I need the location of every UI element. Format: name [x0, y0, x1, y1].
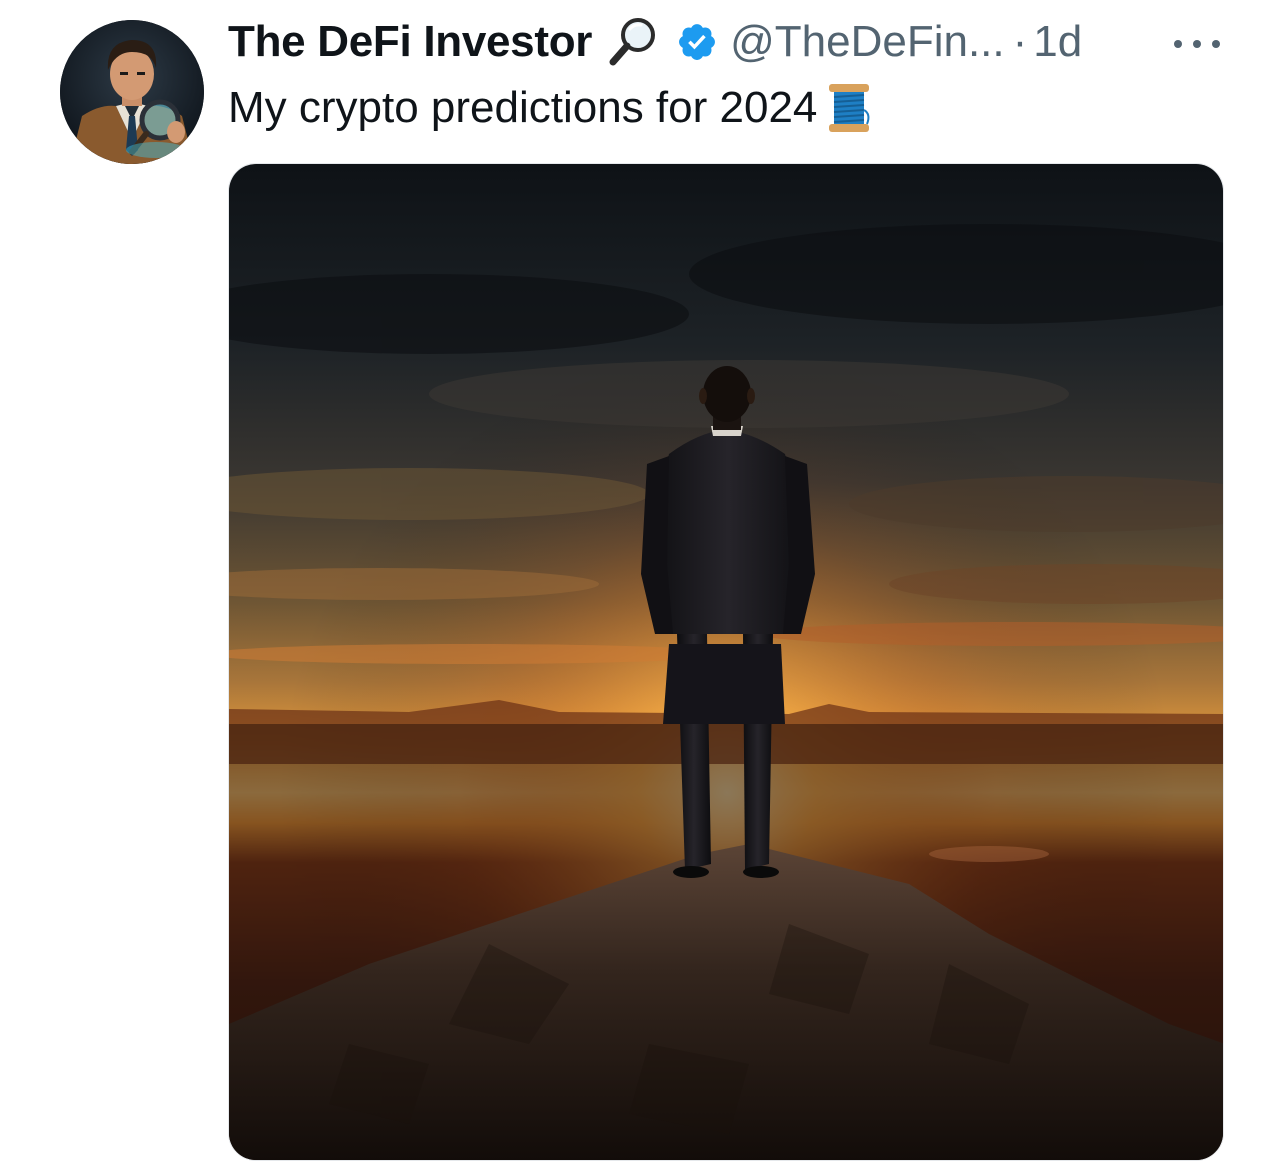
tweet-media-image[interactable] [228, 163, 1224, 1161]
magnifying-glass-icon [609, 18, 656, 66]
author-handle[interactable]: @TheDeFin... [730, 17, 1005, 67]
more-horizontal-icon[interactable] [1174, 34, 1220, 54]
separator-dot: · [1012, 17, 1028, 66]
author-display-name[interactable]: The DeFi Investor [228, 17, 592, 67]
more-dot [1212, 40, 1220, 48]
verified-badge-icon[interactable] [676, 21, 718, 63]
tweet-timestamp[interactable]: 1d [1033, 17, 1082, 67]
sunset-mountain-image [229, 164, 1223, 1160]
tweet-header: The DeFi Investor @TheDeFin... · 1d [228, 14, 1082, 70]
avatar-image [60, 20, 204, 164]
spool-of-thread-icon [829, 84, 870, 132]
tweet-card: The DeFi Investor @TheDeFin... · 1d My c… [0, 0, 1284, 1174]
avatar[interactable] [60, 20, 204, 164]
tweet-text-row: My crypto predictions for 2024 [228, 78, 873, 138]
tweet-text: My crypto predictions for 2024 [228, 83, 818, 132]
more-dot [1174, 40, 1182, 48]
more-dot [1193, 40, 1201, 48]
